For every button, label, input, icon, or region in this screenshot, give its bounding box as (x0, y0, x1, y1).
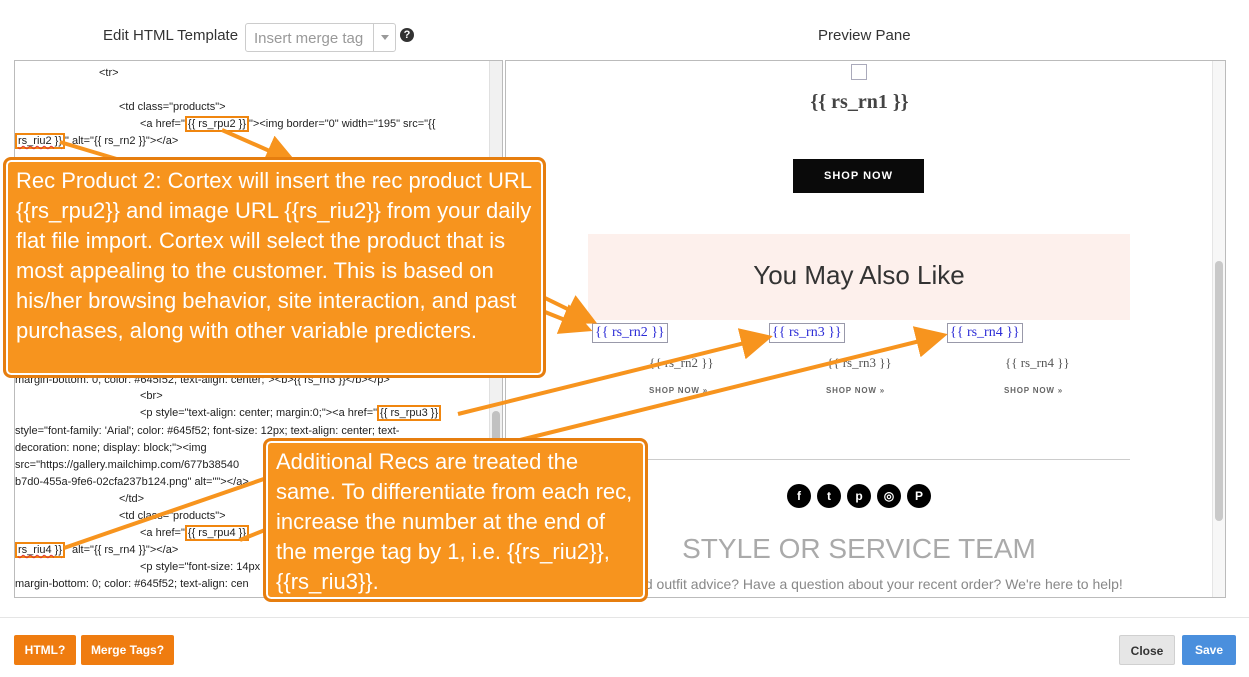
rs-riu2-tag: rs_riu2 }} (15, 133, 66, 149)
insert-merge-tag-select[interactable]: Insert merge tag (245, 23, 396, 52)
rec-name-2: {{ rs_rn2 }} (649, 355, 714, 370)
twitter-icon[interactable]: t (817, 484, 841, 508)
merge-select-placeholder: Insert merge tag (254, 30, 364, 47)
code-line: decoration: none; display: block;"><img (15, 442, 207, 454)
rec-product-1-name: {{ rs_rn1 }} (810, 91, 909, 113)
merge-select-toggle[interactable] (373, 24, 395, 51)
code-text: " alt="{{ rs_rn2 }}"></a> (65, 135, 179, 147)
code-line: src="https://gallery.mailchimp.com/677b3… (15, 459, 240, 471)
merge-tags-help-button[interactable]: Merge Tags? (81, 635, 174, 665)
polyvore-icon[interactable]: P (907, 484, 931, 508)
broken-image-icon (851, 64, 867, 80)
code-line: <p style="text-align: center; margin:0;"… (140, 405, 442, 421)
shop-now-button[interactable]: SHOP NOW (793, 159, 924, 193)
code-text: "><img border="0" width="195" src="{{ (249, 118, 436, 130)
rec-product-2-callout: Rec Product 2: Cortex will insert the re… (3, 157, 546, 378)
rec-name-3: {{ rs_rn3 }} (827, 355, 892, 370)
rec-shop-now-link-4[interactable]: SHOP NOW » (1004, 386, 1063, 395)
code-line: </td> (119, 493, 145, 505)
rec-image-3[interactable]: {{ rs_rn3 }} (769, 323, 845, 343)
instagram-icon[interactable]: ◎ (877, 484, 901, 508)
footer-separator (0, 617, 1249, 618)
rs-rpu3-tag: {{ rs_rpu3 }} (377, 405, 442, 421)
code-text: <a href=" (140, 118, 185, 130)
rec-shop-now-link-2[interactable]: SHOP NOW » (649, 386, 708, 395)
pinterest-icon[interactable]: p (847, 484, 871, 508)
code-line: margin-bottom: 0; color: #645f52; text-a… (15, 578, 249, 590)
code-line: <br> (140, 390, 163, 402)
facebook-icon[interactable]: f (787, 484, 811, 508)
chevron-down-icon (381, 35, 389, 40)
code-line: <p style="font-size: 14px (140, 561, 261, 573)
rec-image-4[interactable]: {{ rs_rn4 }} (947, 323, 1023, 343)
code-line: b7d0-455a-9fe6-02cfa237b124.png" alt="">… (15, 476, 249, 488)
code-line: <tr> (99, 67, 119, 79)
close-button[interactable]: Close (1119, 635, 1175, 665)
html-help-button[interactable]: HTML? (14, 635, 76, 665)
rs-rpu2-tag: {{ rs_rpu2 }} (184, 116, 249, 132)
code-line: <td class="products"> (119, 101, 226, 113)
rs-riu4-tag: rs_riu4 }} (15, 542, 66, 558)
edit-html-template-label: Edit HTML Template (103, 27, 239, 44)
code-line: style="font-family: 'Arial'; color: #645… (15, 425, 400, 437)
code-line: rs_riu2 }} " alt="{{ rs_rn2 }}"></a> (15, 133, 179, 149)
style-service-team-heading: STYLE OR SERVICE TEAM (682, 533, 1036, 564)
template-editor-dialog: Edit HTML Template Insert merge tag ? Pr… (0, 0, 1249, 677)
rs-rpu4-tag: {{ rs_rpu4 }} (184, 525, 249, 541)
code-text: <a href=" (140, 527, 185, 539)
code-line: rs_riu4 }} " alt="{{ rs_rn4 }}"></a> (15, 542, 179, 558)
you-may-also-like-heading: You May Also Like (753, 260, 965, 290)
preview-scroll-thumb[interactable] (1215, 261, 1223, 521)
code-line: <td class="products"> (119, 510, 226, 522)
code-line: <a href="{{ rs_rpu2 }} "><img border="0" … (140, 116, 436, 132)
you-may-also-like-banner: You May Also Like (588, 234, 1130, 320)
preview-pane-label: Preview Pane (818, 27, 911, 44)
rec-image-2[interactable]: {{ rs_rn2 }} (592, 323, 668, 343)
save-button[interactable]: Save (1182, 635, 1236, 665)
preview-scrollbar[interactable] (1212, 61, 1225, 597)
code-text: <p style="text-align: center; margin:0;"… (140, 407, 378, 419)
rec-name-4: {{ rs_rn4 }} (1005, 355, 1070, 370)
code-text: " alt="{{ rs_rn4 }}"></a> (65, 544, 179, 556)
additional-recs-callout: Additional Recs are treated the same. To… (263, 438, 648, 602)
rec-shop-now-link-3[interactable]: SHOP NOW » (826, 386, 885, 395)
footer-divider (588, 459, 1130, 460)
help-icon[interactable]: ? (400, 28, 414, 42)
code-line: <a href="{{ rs_rpu4 }} (140, 525, 249, 541)
